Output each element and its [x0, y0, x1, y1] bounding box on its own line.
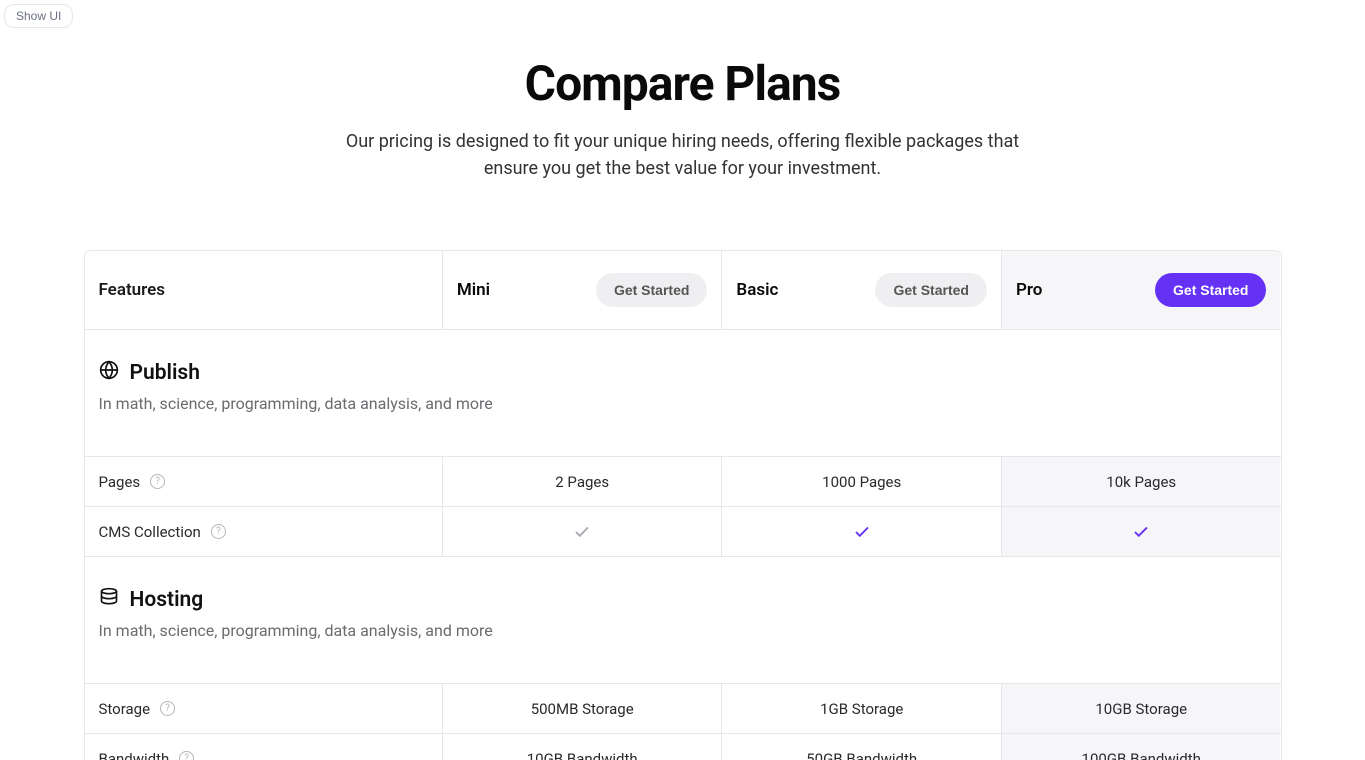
get-started-basic-button[interactable]: Get Started: [875, 273, 986, 307]
check-icon: [853, 523, 871, 541]
value-pages-mini: 2 Pages: [443, 457, 723, 506]
get-started-pro-button[interactable]: Get Started: [1155, 273, 1266, 307]
plan-header-basic: Basic Get Started: [722, 251, 1002, 329]
compare-table: Features Mini Get Started Basic Get Star…: [84, 250, 1282, 760]
get-started-mini-button[interactable]: Get Started: [596, 273, 707, 307]
check-icon: [573, 523, 591, 541]
section-title-publish: Publish: [130, 361, 200, 385]
section-title-hosting: Hosting: [130, 588, 204, 612]
plan-name-basic: Basic: [736, 280, 778, 300]
feature-label-bandwidth: Bandwidth: [99, 750, 170, 760]
check-icon: [1132, 523, 1150, 541]
section-desc-publish: In math, science, programming, data anal…: [99, 394, 1267, 413]
section-hosting: Hosting In math, science, programming, d…: [85, 556, 1281, 683]
value-pages-basic: 1000 Pages: [722, 457, 1002, 506]
feature-label-cms: CMS Collection: [99, 523, 201, 541]
plan-name-pro: Pro: [1016, 280, 1042, 300]
section-publish: Publish In math, science, programming, d…: [85, 329, 1281, 456]
plan-name-mini: Mini: [457, 280, 490, 300]
help-icon[interactable]: ?: [179, 751, 194, 760]
feature-label-storage: Storage: [99, 700, 151, 718]
value-storage-mini: 500MB Storage: [443, 684, 723, 733]
value-bandwidth-basic: 50GB Bandwidth: [722, 734, 1002, 760]
show-ui-button[interactable]: Show UI: [4, 4, 73, 28]
features-header: Features: [85, 251, 443, 329]
value-storage-pro: 10GB Storage: [1002, 684, 1281, 733]
plan-header-pro: Pro Get Started: [1002, 251, 1281, 329]
help-icon[interactable]: ?: [150, 474, 165, 489]
value-storage-basic: 1GB Storage: [722, 684, 1002, 733]
section-desc-hosting: In math, science, programming, data anal…: [99, 621, 1267, 640]
value-bandwidth-mini: 10GB Bandwidth: [443, 734, 723, 760]
value-cms-mini: [443, 507, 723, 556]
value-pages-pro: 10k Pages: [1002, 457, 1281, 506]
value-cms-pro: [1002, 507, 1281, 556]
feature-label-pages: Pages: [99, 473, 141, 491]
value-bandwidth-pro: 100GB Bandwidth: [1002, 734, 1281, 760]
value-cms-basic: [722, 507, 1002, 556]
plan-header-mini: Mini Get Started: [443, 251, 723, 329]
row-storage: Storage ? 500MB Storage 1GB Storage 10GB…: [85, 683, 1281, 733]
help-icon[interactable]: ?: [160, 701, 175, 716]
page-subtitle: Our pricing is designed to fit your uniq…: [333, 128, 1033, 182]
row-bandwidth: Bandwidth ? 10GB Bandwidth 50GB Bandwidt…: [85, 733, 1281, 760]
database-icon: [99, 587, 119, 613]
table-header-row: Features Mini Get Started Basic Get Star…: [85, 251, 1281, 329]
help-icon[interactable]: ?: [211, 524, 226, 539]
row-pages: Pages ? 2 Pages 1000 Pages 10k Pages: [85, 456, 1281, 506]
globe-icon: [99, 360, 119, 386]
row-cms: CMS Collection ?: [85, 506, 1281, 556]
page-title: Compare Plans: [333, 55, 1033, 112]
